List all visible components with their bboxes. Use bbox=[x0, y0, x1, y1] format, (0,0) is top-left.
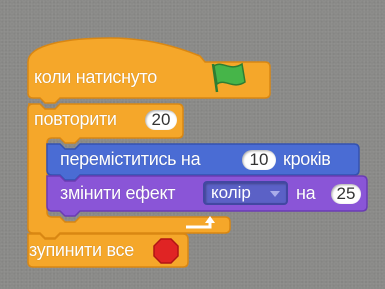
repeat-label: повторити bbox=[34, 109, 117, 129]
effect-amount-input[interactable]: 25 bbox=[331, 184, 361, 204]
hat-label: коли натиснуто bbox=[34, 67, 157, 87]
move-unit-label: кроків bbox=[283, 149, 331, 169]
move-steps-input[interactable]: 10 bbox=[242, 150, 276, 170]
effect-dropdown-value: колір bbox=[211, 183, 251, 202]
change-effect-by-label: на bbox=[296, 183, 316, 203]
stop-label: зупинити все bbox=[29, 240, 134, 260]
repeat-count-input[interactable]: 20 bbox=[145, 110, 177, 130]
move-label: переміститись на bbox=[60, 149, 201, 169]
effect-dropdown[interactable]: колір bbox=[203, 181, 288, 205]
dropdown-arrow-icon bbox=[270, 191, 280, 197]
change-effect-label: змінити ефект bbox=[60, 183, 176, 203]
stop-sign-icon bbox=[153, 238, 179, 264]
